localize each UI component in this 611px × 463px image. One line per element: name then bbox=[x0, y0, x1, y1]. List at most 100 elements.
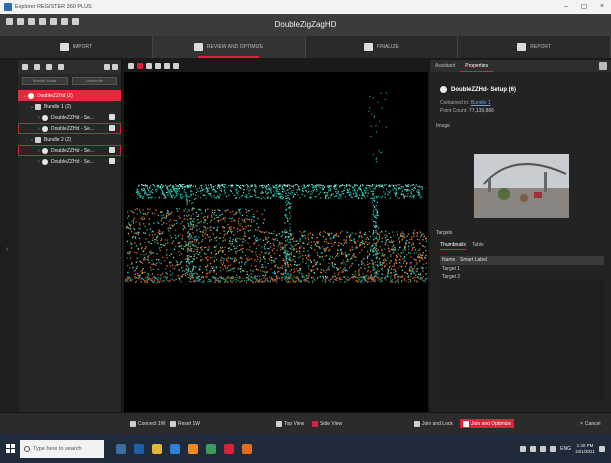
setup-icon bbox=[42, 125, 48, 132]
tab-thumbnails[interactable]: Thumbnails bbox=[440, 242, 466, 250]
tree-node[interactable]: ⌄ DoubleZZHd (2) bbox=[18, 90, 121, 101]
app-icon-orange[interactable] bbox=[242, 443, 252, 454]
task-view-icon[interactable] bbox=[116, 443, 126, 454]
3d-viewport[interactable] bbox=[124, 60, 428, 412]
select-icon[interactable] bbox=[146, 63, 152, 69]
step-import[interactable]: IMPORT bbox=[0, 36, 153, 58]
tree-node[interactable]: ⌄ Bundle 1 (2) bbox=[18, 101, 121, 112]
tree-node-label: DoubleZZHd - Se... bbox=[51, 125, 95, 132]
move-icon[interactable] bbox=[128, 63, 134, 69]
side-view-icon bbox=[312, 420, 318, 427]
point-cloud-view[interactable] bbox=[124, 72, 428, 412]
setup-title: DoubleZZHd- Setup (6) bbox=[451, 86, 516, 93]
cancel-button[interactable]: × Cancel bbox=[580, 419, 601, 428]
tree-node[interactable]: › DoubleZZHd - Se... bbox=[18, 145, 121, 156]
language-indicator[interactable]: ENG bbox=[560, 446, 571, 452]
camera-icon[interactable] bbox=[173, 63, 179, 69]
store-icon[interactable] bbox=[170, 443, 180, 454]
chevron-left-icon[interactable]: ‹ bbox=[6, 246, 8, 253]
table-row[interactable]: Target 1 bbox=[440, 265, 604, 273]
tab-assistant[interactable]: Assistant bbox=[430, 60, 460, 72]
join-lock-button[interactable]: Join and Lock bbox=[414, 419, 453, 428]
contained-in: Contained in: Bundle 1 bbox=[440, 100, 491, 106]
tree-node[interactable]: › DoubleZZHd - Se... bbox=[18, 123, 121, 134]
close-icon: × bbox=[580, 420, 583, 427]
scan-badge-icon[interactable] bbox=[109, 147, 115, 153]
system-tray: ENG 1:40 PM 10/1/2021 bbox=[520, 443, 611, 455]
fit-icon[interactable] bbox=[164, 63, 170, 69]
app-icon-green[interactable] bbox=[206, 443, 216, 454]
connect-button[interactable]: Connect 1W bbox=[130, 419, 166, 428]
targets-label: Targets bbox=[436, 230, 453, 236]
collapse-icon[interactable] bbox=[112, 64, 118, 70]
col-name[interactable]: Name bbox=[440, 256, 455, 265]
left-panel-handle[interactable]: ‹ bbox=[0, 60, 18, 412]
user-tray-icon[interactable] bbox=[520, 445, 527, 452]
taskbar-apps bbox=[116, 443, 252, 454]
clock[interactable]: 1:40 PM 10/1/2021 bbox=[575, 443, 595, 455]
tree-node-label: DoubleZZHd - Se... bbox=[51, 147, 95, 154]
chevron-up-icon[interactable] bbox=[530, 445, 537, 452]
setup-icon bbox=[42, 114, 48, 121]
join-optimize-button[interactable]: Join and Optimize bbox=[460, 419, 515, 428]
file-explorer-icon[interactable] bbox=[152, 443, 162, 454]
maximize-button[interactable]: ☐ bbox=[575, 3, 593, 11]
tree-node-label: Bundle 1 (2) bbox=[44, 103, 72, 110]
list-icon[interactable] bbox=[22, 64, 28, 70]
rotate-icon[interactable] bbox=[137, 63, 143, 69]
reset-button[interactable]: Reset 1W bbox=[170, 419, 200, 428]
tree-node-label: DoubleZZHd (2) bbox=[37, 92, 73, 99]
unbundle-button[interactable]: Unbundle bbox=[71, 77, 117, 85]
step-report[interactable]: REPORT bbox=[458, 36, 611, 58]
tree-node[interactable]: › DoubleZZHd - Se... bbox=[18, 156, 121, 167]
panorama-thumbnail bbox=[474, 154, 569, 218]
project-panel: Bundle Mode Unbundle ⌄ DoubleZZHd (2) ⌄ Bun… bbox=[18, 60, 122, 412]
volume-icon[interactable] bbox=[550, 445, 557, 452]
close-button[interactable]: × bbox=[593, 3, 611, 11]
pin-icon[interactable] bbox=[599, 62, 607, 70]
filter-icon[interactable] bbox=[58, 64, 64, 70]
finalize-icon bbox=[363, 43, 373, 51]
scan-badge-icon[interactable] bbox=[109, 125, 115, 131]
app-icon bbox=[4, 3, 12, 11]
col-smart-label[interactable]: Smart Label bbox=[454, 256, 487, 265]
bundle-mode-button[interactable]: Bundle Mode bbox=[22, 77, 68, 85]
step-finalize[interactable]: FINALIZE bbox=[306, 36, 459, 58]
taskbar-search[interactable]: Type here to search bbox=[20, 439, 104, 458]
tree-node[interactable]: › DoubleZZHd - Se... bbox=[18, 112, 121, 123]
report-icon bbox=[517, 43, 527, 51]
windows-icon bbox=[5, 444, 15, 453]
reset-icon bbox=[170, 420, 176, 427]
contained-in-link[interactable]: Bundle 1 bbox=[471, 100, 491, 106]
minimize-button[interactable]: – bbox=[557, 3, 575, 11]
project-title: DoubleZigZagHD bbox=[274, 20, 337, 29]
side-view-button[interactable]: Side View bbox=[312, 419, 342, 428]
properties-panel: Assistant Properties DoubleZZHd- Setup (… bbox=[430, 60, 611, 412]
point-count: Point Count: 77,139,866 bbox=[440, 108, 494, 114]
expand-icon[interactable] bbox=[104, 64, 110, 70]
workflow-steps: IMPORT REVIEW AND OPTIMIZE FINALIZE REPO… bbox=[0, 36, 611, 58]
start-button[interactable] bbox=[0, 434, 20, 463]
link-icon[interactable] bbox=[34, 64, 40, 70]
notifications-icon[interactable] bbox=[599, 445, 605, 452]
firefox-icon[interactable] bbox=[188, 443, 198, 454]
tree-node-label: Bundle 2 (2) bbox=[44, 136, 72, 143]
import-icon bbox=[59, 43, 69, 51]
edge-icon[interactable] bbox=[134, 443, 144, 454]
step-review-optimize[interactable]: REVIEW AND OPTIMIZE bbox=[152, 36, 306, 58]
tab-properties[interactable]: Properties bbox=[460, 60, 494, 72]
register360-icon[interactable] bbox=[224, 443, 234, 454]
project-toolbar bbox=[18, 60, 121, 74]
top-view-button[interactable]: Top View bbox=[276, 419, 304, 428]
setup-image[interactable] bbox=[474, 154, 569, 218]
setup-icon[interactable] bbox=[46, 64, 52, 70]
tab-table[interactable]: Table bbox=[472, 242, 484, 250]
scan-badge-icon[interactable] bbox=[109, 158, 115, 164]
window-title: Explorer REGISTER 360 PLUS bbox=[15, 4, 92, 10]
tree-node-label: DoubleZZHd - Se... bbox=[51, 114, 95, 121]
network-icon[interactable] bbox=[540, 445, 547, 452]
scan-badge-icon[interactable] bbox=[109, 114, 115, 120]
connect-icon bbox=[130, 420, 136, 427]
measure-icon[interactable] bbox=[155, 63, 161, 69]
tree-node[interactable]: ⌄ Bundle 2 (2) bbox=[18, 134, 121, 145]
